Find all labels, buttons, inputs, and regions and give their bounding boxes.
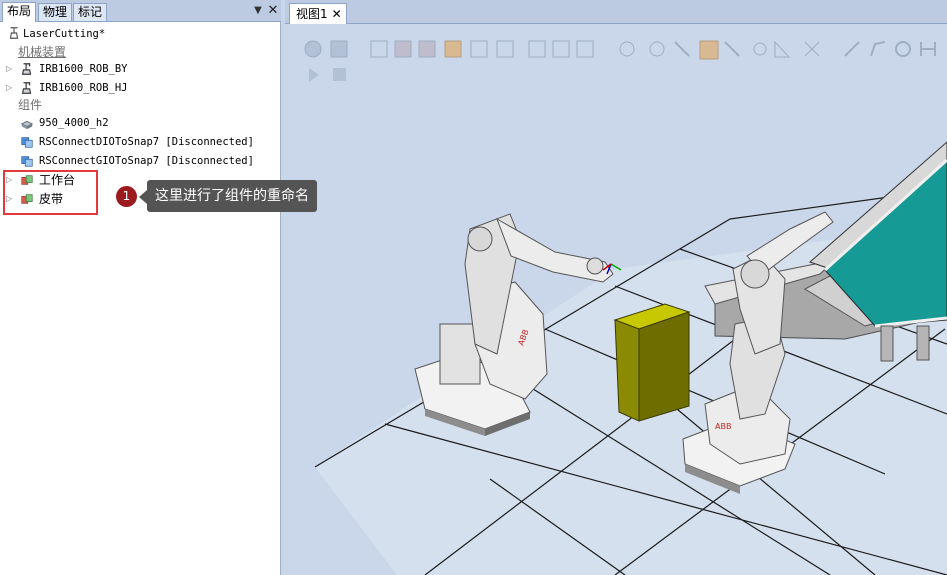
- toolbar-icon-measure-diameter: [870, 41, 886, 57]
- station-icon: [9, 27, 19, 39]
- toolbar-icon-view-all: [304, 40, 322, 58]
- view-tab-close-icon[interactable]: ✕: [332, 7, 342, 21]
- tree-item-component-gio[interactable]: RSConnectGIOToSnap7 [Disconnected]: [6, 152, 266, 170]
- toolbar-icon-measure-minimum: [895, 41, 911, 57]
- component-gio-label: RSConnectGIOToSnap7 [Disconnected]: [39, 155, 254, 167]
- view-tab-label: 视图1: [296, 7, 328, 21]
- robot-by-label: IRB1600_ROB_BY: [39, 63, 128, 75]
- toolbar-icon-snap-mid: [724, 41, 740, 57]
- panel-tab-bar: 布局 物理 标记 ▼ ✕: [0, 0, 281, 22]
- expand-arrow-icon[interactable]: ▷: [6, 79, 14, 97]
- toolbar-icon-measure-distance: [844, 41, 860, 57]
- toolbar-icon-snap-edge: [576, 40, 594, 58]
- station-label: LaserCutting*: [23, 28, 106, 40]
- smart-component-icon: [21, 156, 33, 167]
- rename-highlight-box: [3, 170, 98, 215]
- tab-markup[interactable]: 标记: [73, 3, 108, 21]
- component-950-label: 950_4000_h2: [39, 117, 109, 129]
- toolbar-icon-measure-points: [920, 42, 936, 56]
- toolbar-icon-snap-local: [753, 42, 767, 56]
- toolbar-icon-select-curve: [370, 40, 388, 58]
- toolbar-icon-select-mechanism: [470, 40, 488, 58]
- panel-close-icon[interactable]: ✕: [266, 3, 280, 19]
- section-mechanisms: 机械装置: [18, 45, 67, 59]
- smart-component-icon: [21, 137, 33, 148]
- toolbar-icon-snap-center: [552, 40, 570, 58]
- expand-arrow-icon[interactable]: ▷: [6, 60, 14, 78]
- viewport-toolbar: [304, 40, 936, 82]
- toolbar-icon-measure: [774, 40, 791, 58]
- callout-text: 这里进行了组件的重命名: [147, 180, 317, 212]
- tab-physics[interactable]: 物理: [38, 3, 73, 21]
- layout-panel: 布局 物理 标记 ▼ ✕ LaserCutting* 机械装置 ▷ IRB160…: [0, 0, 281, 575]
- component-dio-label: RSConnectDIOToSnap7 [Disconnected]: [39, 136, 254, 148]
- viewport-tab-bar: 视图1 ✕: [285, 0, 947, 24]
- toolbar-icon-select-group: [496, 40, 514, 58]
- toolbar-icon-stop: [333, 68, 346, 81]
- robot-icon: [21, 63, 32, 75]
- toolbar-icon-select-body: [418, 40, 436, 58]
- toolbar-icon-measure-angle: [804, 41, 820, 57]
- toolbar-icon-select-part: [444, 40, 462, 58]
- toolbar-icon-snap-line: [674, 41, 690, 57]
- tree-station[interactable]: LaserCutting*: [6, 25, 266, 43]
- viewport[interactable]: 视图1 ✕ ABB ABB: [285, 0, 947, 575]
- workbench-box[interactable]: [613, 303, 691, 422]
- 3d-scene[interactable]: ABB ABB: [285, 24, 947, 575]
- tree-item-robot-hj[interactable]: ▷ IRB1600_ROB_HJ: [6, 79, 266, 97]
- svg-text:ABB: ABB: [715, 422, 731, 431]
- toolbar-icon-snap-grid: [619, 41, 635, 57]
- tree-item-robot-by[interactable]: ▷ IRB1600_ROB_BY: [6, 60, 266, 78]
- callout-pointer: [139, 190, 147, 204]
- toolbar-icon-select-surface: [394, 40, 412, 58]
- toolbar-icon-play: [309, 68, 319, 82]
- robot-hj-label: IRB1600_ROB_HJ: [39, 82, 128, 94]
- tree-item-component-dio[interactable]: RSConnectDIOToSnap7 [Disconnected]: [6, 133, 266, 151]
- robot-icon: [21, 82, 32, 94]
- component-icon: [20, 120, 34, 130]
- tab-layout[interactable]: 布局: [2, 2, 37, 22]
- section-components: 组件: [18, 98, 43, 112]
- tree-item-component-950[interactable]: 950_4000_h2: [6, 114, 266, 132]
- callout-number-badge: 1: [116, 186, 137, 207]
- toolbar-icon-snap-circle: [649, 41, 665, 57]
- toolbar-icon-snap-end: [699, 40, 719, 60]
- tab-view1[interactable]: 视图1 ✕: [289, 3, 347, 24]
- toolbar-icon-view-selected: [330, 40, 348, 58]
- panel-dropdown-icon[interactable]: ▼: [252, 4, 264, 18]
- toolbar-icon-snap-object: [528, 40, 546, 58]
